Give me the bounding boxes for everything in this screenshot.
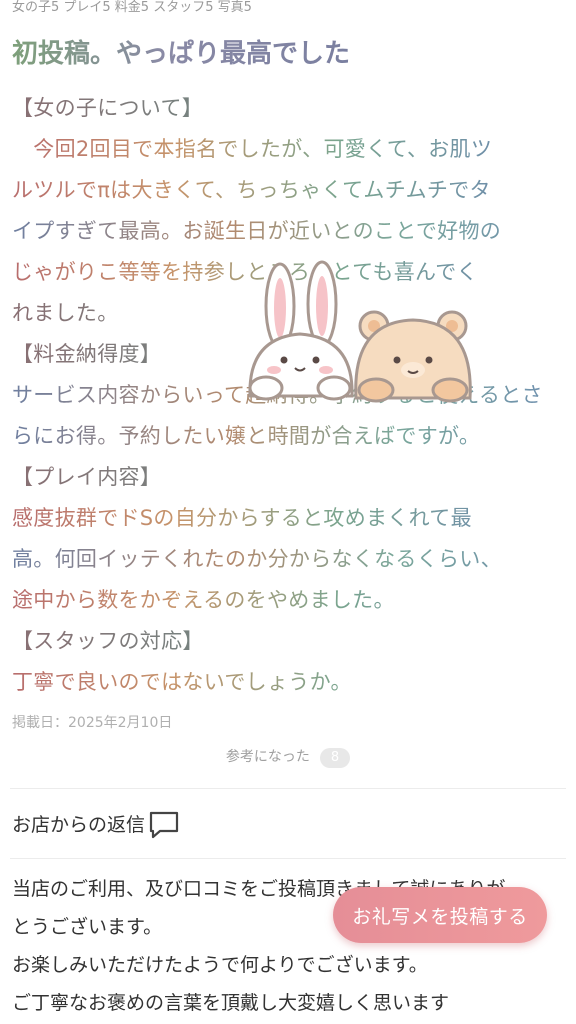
- speech-bubble-icon: [149, 811, 179, 839]
- helpful-button[interactable]: 参考になった: [226, 749, 310, 765]
- reply-line: お楽しみいただけたようで何よりでございます。: [12, 954, 428, 976]
- review-title: 初投稿。やっぱり最高でした: [12, 36, 350, 72]
- helpful-row: 参考になった 8: [0, 746, 576, 768]
- reply-header: お店からの返信: [12, 806, 180, 840]
- post-thanks-photo-button[interactable]: お礼写メを投稿する: [333, 887, 547, 943]
- divider: [10, 788, 566, 789]
- section-heading-staff: 【スタッフの対応】: [12, 621, 558, 662]
- helpful-count-badge: 8: [319, 748, 351, 768]
- bear-icon: [354, 310, 472, 403]
- body-line: らにお得。予約したい嬢と時間が合えばですが。: [12, 416, 558, 457]
- body-line: 今回2回目で本指名でしたが、可愛くて、お肌ツ: [12, 129, 558, 170]
- section-heading-girl: 【女の子について】: [12, 88, 558, 129]
- section-heading-play: 【プレイ内容】: [12, 457, 558, 498]
- body-line: 高。何回イッテくれたのか分からなくなるくらい、: [12, 539, 558, 580]
- reply-line: ご丁寧なお褒めの言葉を頂戴し大変嬉しく思います: [12, 992, 450, 1014]
- posted-date: 掲載日：2025年2月10日: [12, 715, 173, 731]
- bunny-icon: [248, 260, 354, 401]
- body-line: 感度抜群でドSの自分からすると攻めまくれて最: [12, 498, 558, 539]
- body-line: ルツルでπは大きくて、ちっちゃくてムチムチでタ: [12, 170, 558, 211]
- reply-heading: お店からの返信: [12, 813, 146, 836]
- ratings-line: 女の子5 プレイ5 料金5 スタッフ5 写真5: [12, 0, 252, 15]
- body-line: 丁寧で良いのではないでしょうか。: [12, 662, 558, 703]
- divider: [10, 858, 566, 859]
- body-line: 途中から数をかぞえるのをやめました。: [12, 580, 558, 621]
- bunny-and-bear-sticker: [244, 256, 472, 406]
- body-line: イプすぎて最高。お誕生日が近いとのことで好物の: [12, 211, 558, 252]
